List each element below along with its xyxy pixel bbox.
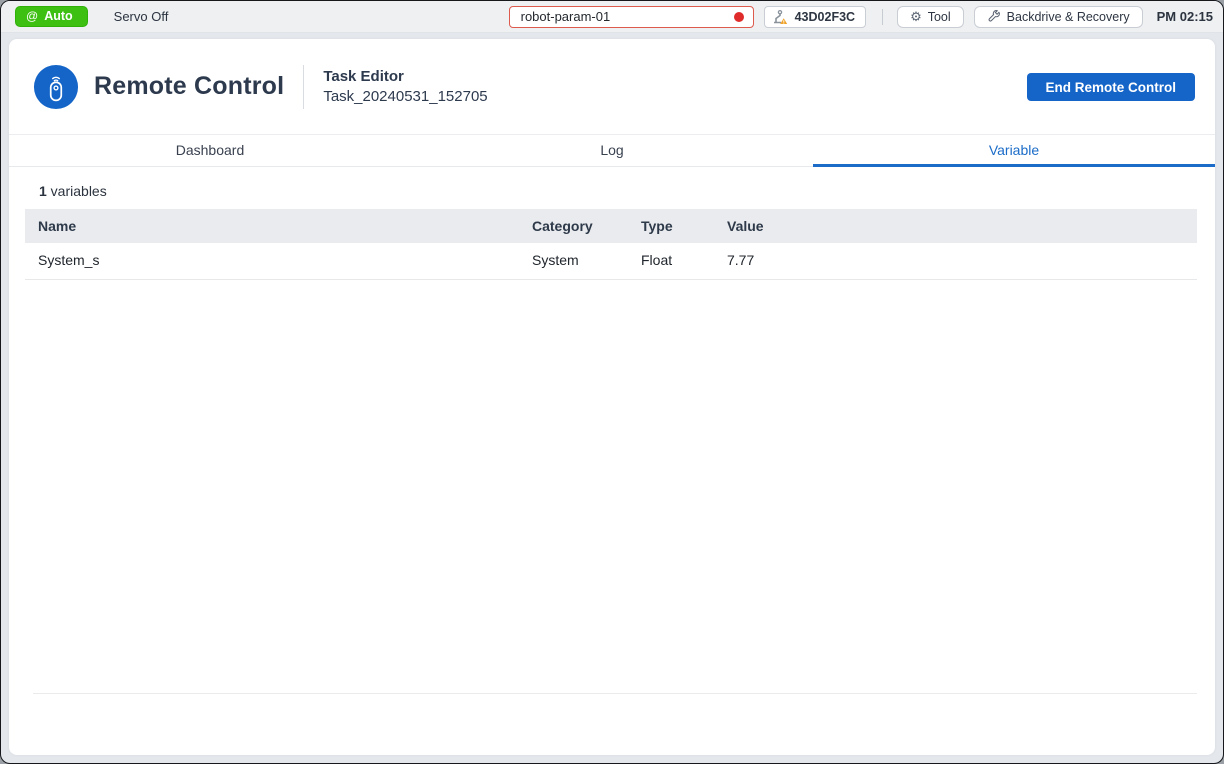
tool-button[interactable]: ⚙ Tool — [897, 6, 964, 28]
servo-status-label: Servo Off — [114, 9, 169, 24]
remote-control-panel: Remote Control Task Editor Task_20240531… — [9, 39, 1215, 755]
tab-variable[interactable]: Variable — [813, 135, 1215, 167]
cell-value: 7.77 — [714, 243, 1197, 279]
clock-label: PM 02:15 — [1157, 9, 1213, 24]
content-bottom-divider — [33, 693, 1197, 694]
topbar-divider — [882, 9, 883, 25]
topbar-right-group: ⚙ Tool Backdrive & Recovery PM 02:15 — [878, 6, 1213, 28]
panel-header: Remote Control Task Editor Task_20240531… — [9, 39, 1215, 134]
variables-table: Name Category Type Value System_s System… — [25, 209, 1197, 280]
tab-bar: Dashboard Log Variable — [9, 134, 1215, 167]
wrench-icon — [987, 10, 1001, 24]
column-header-name: Name — [25, 209, 519, 243]
remote-control-icon — [33, 64, 79, 110]
backdrive-recovery-button[interactable]: Backdrive & Recovery — [974, 6, 1143, 28]
variable-count: 1 variables — [39, 183, 1197, 199]
variable-tab-content: 1 variables Name Category Type Value Sys… — [9, 183, 1215, 694]
robot-arm-warning-icon — [771, 9, 789, 25]
cell-category: System — [519, 243, 628, 279]
task-info: Task Editor Task_20240531_152705 — [323, 68, 487, 105]
table-row[interactable]: System_s System Float 7.77 — [25, 243, 1197, 279]
task-editor-label: Task Editor — [323, 68, 487, 85]
alert-red-dot-icon — [734, 12, 744, 22]
column-header-category: Category — [519, 209, 628, 243]
tool-button-label: Tool — [928, 10, 951, 24]
header-divider — [303, 65, 304, 109]
topbar-center-group: robot-param-01 43D02F3C — [509, 6, 866, 28]
app-window: @ Auto Servo Off robot-param-01 43D02F3C — [0, 0, 1224, 764]
robot-param-selector[interactable]: robot-param-01 — [509, 6, 754, 28]
backdrive-button-label: Backdrive & Recovery — [1007, 10, 1130, 24]
column-header-value: Value — [714, 209, 1197, 243]
table-header-row: Name Category Type Value — [25, 209, 1197, 243]
auto-mode-icon: @ — [26, 9, 38, 23]
cell-type: Float — [628, 243, 714, 279]
tab-log[interactable]: Log — [411, 135, 813, 167]
top-status-bar: @ Auto Servo Off robot-param-01 43D02F3C — [1, 1, 1223, 33]
tab-dashboard[interactable]: Dashboard — [9, 135, 411, 167]
end-remote-control-button[interactable]: End Remote Control — [1027, 73, 1196, 101]
auto-mode-label: Auto — [44, 9, 72, 23]
content-spacer — [25, 280, 1197, 693]
cell-name: System_s — [25, 243, 519, 279]
variable-count-suffix: variables — [47, 183, 107, 199]
gear-icon: ⚙ — [910, 10, 922, 23]
topbar-left-group: @ Auto Servo Off — [15, 6, 168, 27]
robot-id-badge[interactable]: 43D02F3C — [764, 6, 866, 28]
column-header-type: Type — [628, 209, 714, 243]
auto-mode-badge[interactable]: @ Auto — [15, 6, 88, 27]
task-name-label: Task_20240531_152705 — [323, 88, 487, 105]
page-title: Remote Control — [94, 72, 284, 101]
variable-count-number: 1 — [39, 183, 47, 199]
robot-param-label: robot-param-01 — [521, 9, 611, 24]
robot-id-label: 43D02F3C — [795, 10, 855, 24]
